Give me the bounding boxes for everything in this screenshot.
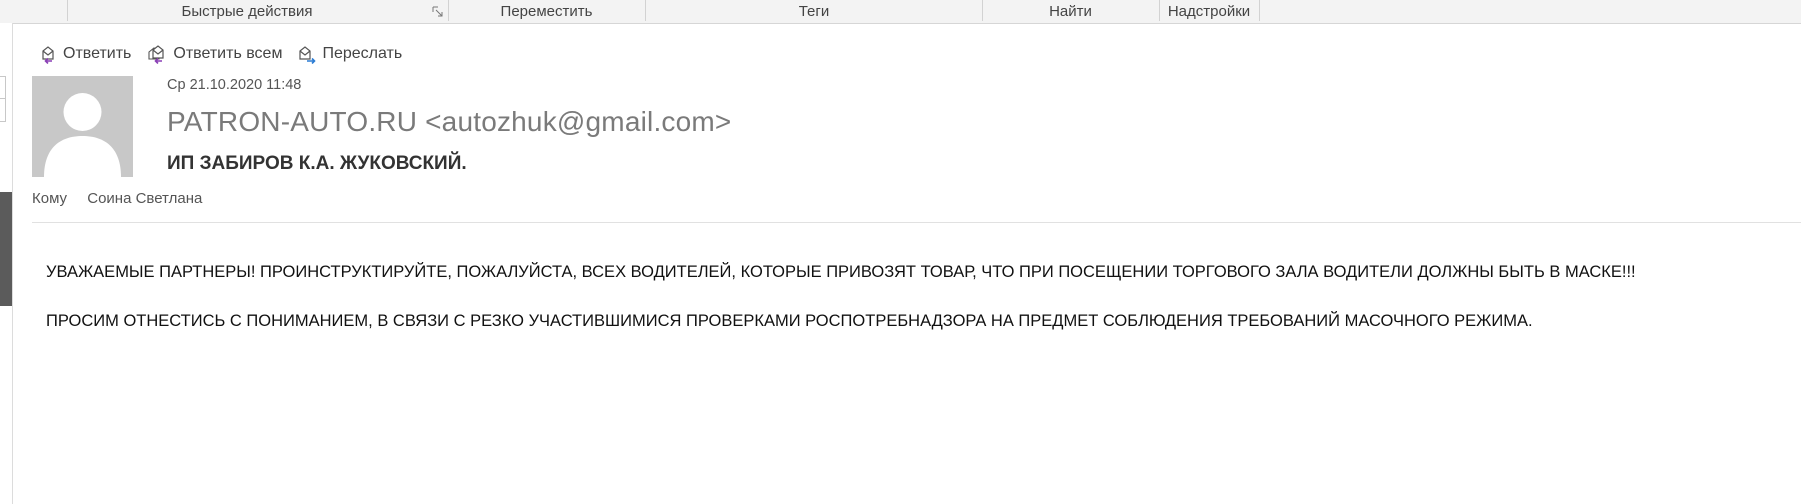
reply-all-label: Ответить всем [173,45,283,62]
recipients-row: Кому Соина Светлана [32,190,202,207]
ribbon-group-addins: Надстройки [1167,3,1251,20]
ribbon-group-find: Найти [1049,3,1092,20]
message-body-paragraph: ПРОСИМ ОТНЕСТИСЬ С ПОНИМАНИЕМ, В СВЯЗИ С… [46,312,1533,330]
folder-pane-stub [0,76,6,100]
ribbon-group-tags: Теги [798,3,830,20]
ribbon-group-move: Переместить [500,3,593,20]
message-subject: ИП ЗАБИРОВ К.А. ЖУКОВСКИЙ. [167,153,467,174]
message-date: Ср 21.10.2020 11:48 [167,77,302,93]
reply-icon [42,46,54,64]
reply-all-icon [148,45,164,64]
reading-pane: Ответить Ответить всем Переслать Ср 21.1… [13,24,1801,504]
ribbon-group-quick-steps: Быстрые действия [181,3,313,20]
forward-label: Переслать [322,45,403,62]
header-divider [32,222,1801,223]
ribbon-separator [1259,0,1260,21]
reply-button[interactable]: Ответить [37,44,131,64]
forward-button[interactable]: Переслать [296,44,402,64]
recipient-name[interactable]: Соина Светлана [87,190,202,207]
ribbon-group-labels: Быстрые действия Переместить Теги Найти … [0,0,1801,24]
folder-pane-stub [0,98,6,122]
folder-pane-scroll-indicator[interactable] [0,192,12,306]
forward-icon [299,46,317,64]
dialog-launcher-icon[interactable] [432,6,443,17]
sender-name[interactable]: PATRON-AUTO.RU <autozhuk@gmail.com> [167,106,731,138]
reply-all-button[interactable]: Ответить всем [145,44,282,64]
message-action-bar: Ответить Ответить всем Переслать [37,43,402,65]
person-silhouette-icon [32,76,133,177]
message-body-paragraph: УВАЖАЕМЫЕ ПАРТНЕРЫ! ПРОИНСТРУКТИРУЙТЕ, П… [46,263,1636,281]
to-label: Кому [32,190,68,207]
sender-avatar [32,76,133,177]
reply-label: Ответить [63,45,132,62]
